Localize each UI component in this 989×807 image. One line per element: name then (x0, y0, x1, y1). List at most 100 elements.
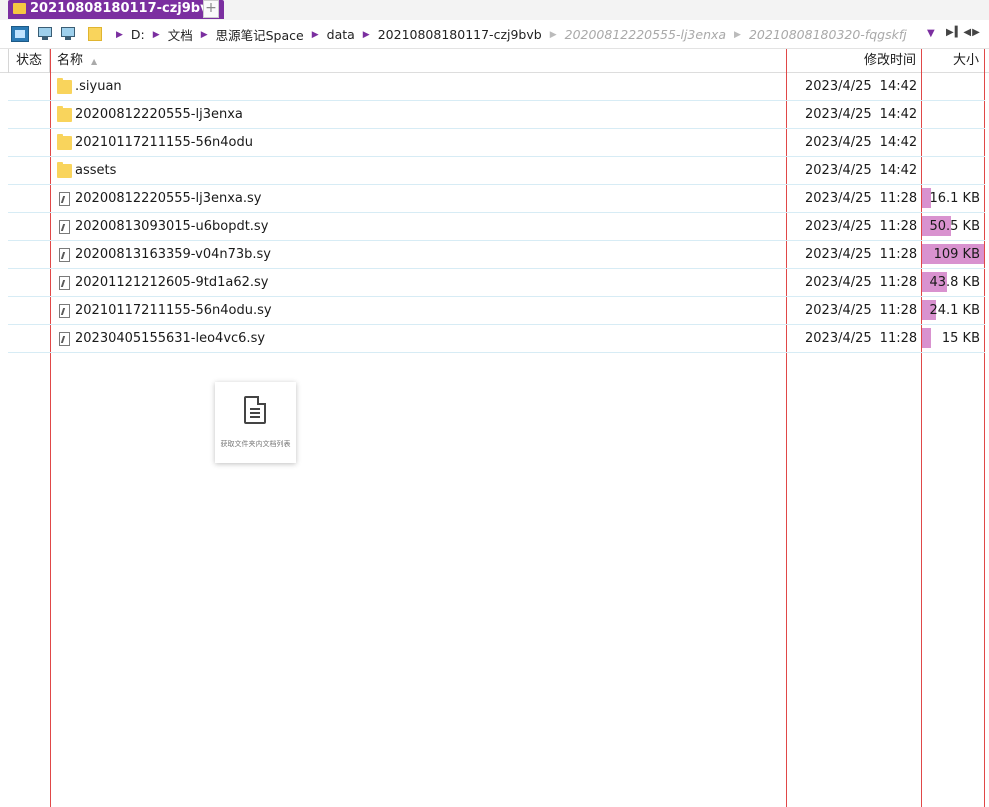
folder-icon (57, 161, 72, 178)
breadcrumb-item[interactable]: 文档 (168, 25, 193, 44)
list-item[interactable]: 20210117211155-56n4odu 2023/4/25 14:42 (8, 129, 985, 157)
column-header: 状态 名称 ▲ 修改时间 大小 (0, 49, 989, 73)
modified-cell: 2023/4/25 11:28 (805, 325, 917, 352)
modified-cell: 2023/4/25 11:28 (805, 241, 917, 268)
list-item[interactable]: 20230405155631-leo4vc6.sy 2023/4/25 11:28 1… (8, 325, 985, 353)
chevron-right-icon[interactable]: ▶ (116, 30, 123, 40)
chevron-right-icon[interactable]: ▶ (312, 30, 319, 40)
list-item[interactable]: 20210117211155-56n4odu.sy 2023/4/25 11:28 2… (8, 297, 985, 325)
modified-cell: 2023/4/25 14:42 (805, 157, 917, 184)
breadcrumb-item[interactable]: D: (131, 27, 145, 42)
modified-time: 11:28 (879, 191, 918, 206)
computer-icon[interactable] (37, 26, 55, 42)
column-status[interactable]: 状态 (16, 49, 42, 72)
file-name-cell: 20200812220555-lj3enxa (57, 101, 243, 128)
file-name: 20200813163359-v04n73b.sy (75, 247, 272, 262)
modified-cell: 2023/4/25 11:28 (805, 269, 917, 296)
file-name-cell: .siyuan (57, 73, 122, 100)
modified-time: 14:42 (879, 163, 918, 178)
chevron-right-icon[interactable]: ▶ (363, 30, 370, 40)
list-item[interactable]: 20200812220555-lj3enxa.sy 2023/4/25 11:28 1… (8, 185, 985, 213)
file-name: 20200812220555-lj3enxa (75, 107, 243, 122)
tab-strip: 20210808180117-czj9bvb + (0, 0, 989, 20)
modified-date: 2023/4/25 (805, 107, 872, 122)
file-icon (59, 219, 70, 234)
loading-text: 获取文件夹内文档列表 (220, 440, 291, 448)
file-name-cell: 20200813163359-v04n73b.sy (57, 241, 271, 268)
folder-icon (57, 133, 72, 150)
size-cell: 24.1 KB (922, 297, 984, 324)
modified-time: 11:28 (879, 331, 918, 346)
grid-line (8, 49, 9, 73)
breadcrumb-item[interactable]: 思源笔记Space (216, 25, 304, 44)
chevron-right-icon[interactable]: ▶ (550, 30, 557, 40)
file-icon (59, 191, 70, 206)
breadcrumb: ▶ D: ▶ 文档 ▶ 思源笔记Space ▶ data ▶ 20210808180117-czj… (108, 21, 907, 48)
modified-cell: 2023/4/25 14:42 (805, 129, 917, 156)
breadcrumb-item[interactable]: data (327, 27, 355, 42)
column-size[interactable]: 大小 (953, 49, 979, 72)
column-modified[interactable]: 修改时间 (864, 49, 916, 72)
file-name: 20201121212605-9td1a62.sy (75, 275, 269, 290)
size-cell: 15 KB (922, 325, 984, 352)
file-name-cell: assets (57, 157, 116, 184)
file-name: 20210117211155-56n4odu.sy (75, 303, 272, 318)
modified-date: 2023/4/25 (805, 247, 872, 262)
dropdown-arrow-icon[interactable]: ▼ (927, 28, 935, 39)
modified-date: 2023/4/25 (805, 303, 872, 318)
file-name-cell: 20200812220555-lj3enxa.sy (57, 185, 261, 212)
tab-active[interactable]: 20210808180117-czj9bvb (8, 0, 224, 19)
modified-date: 2023/4/25 (805, 163, 872, 178)
size-cell (922, 73, 984, 100)
size-cell: 43.8 KB (922, 269, 984, 296)
file-name-cell: 20230405155631-leo4vc6.sy (57, 325, 265, 352)
sort-ascending-icon: ▲ (91, 57, 98, 66)
document-icon (244, 396, 266, 424)
breadcrumb-item[interactable]: 20200812220555-lj3enxa (565, 27, 726, 42)
list-item[interactable]: 20200812220555-lj3enxa 2023/4/25 14:42 (8, 101, 985, 129)
size-cell (922, 101, 984, 128)
modified-cell: 2023/4/25 11:28 (805, 185, 917, 212)
modified-time: 14:42 (879, 79, 918, 94)
list-item[interactable]: 20201121212605-9td1a62.sy 2023/4/25 11:28 4… (8, 269, 985, 297)
breadcrumb-item[interactable]: 20210808180117-czj9bvb (378, 27, 542, 42)
address-bar: ▶ D: ▶ 文档 ▶ 思源笔记Space ▶ data ▶ 20210808180117-czj… (0, 21, 989, 49)
modified-time: 11:28 (879, 303, 918, 318)
modified-time: 11:28 (879, 247, 918, 262)
file-name-cell: 20210117211155-56n4odu.sy (57, 297, 272, 324)
size-value: 24.1 KB (929, 303, 980, 318)
file-name: .siyuan (75, 79, 122, 94)
size-value: 109 KB (933, 247, 980, 262)
breadcrumb-item[interactable]: 20210808180320-fqgskfj (749, 27, 907, 42)
file-name: 20210117211155-56n4odu (75, 135, 253, 150)
nav-arrows-icon[interactable]: ▶▍◀▶ (946, 27, 981, 38)
file-icon (59, 275, 70, 290)
file-name: assets (75, 163, 117, 178)
file-name: 20200813093015-u6bopdt.sy (75, 219, 269, 234)
chevron-right-icon[interactable]: ▶ (153, 30, 160, 40)
file-list: .siyuan 2023/4/25 14:42 20200812220555-lj3e… (8, 73, 985, 353)
list-item[interactable]: 20200813093015-u6bopdt.sy 2023/4/25 11:28 5… (8, 213, 985, 241)
file-name-cell: 20210117211155-56n4odu (57, 129, 253, 156)
file-name: 20200812220555-lj3enxa.sy (75, 191, 262, 206)
modified-cell: 2023/4/25 14:42 (805, 73, 917, 100)
folder-icon (57, 77, 72, 94)
modified-cell: 2023/4/25 11:28 (805, 297, 917, 324)
chevron-right-icon[interactable]: ▶ (201, 30, 208, 40)
list-item[interactable]: assets 2023/4/25 14:42 (8, 157, 985, 185)
modified-time: 11:28 (879, 219, 918, 234)
network-icon[interactable] (60, 26, 78, 42)
modified-date: 2023/4/25 (805, 135, 872, 150)
modified-date: 2023/4/25 (805, 275, 872, 290)
column-name[interactable]: 名称 ▲ (57, 49, 97, 72)
size-cell: 16.1 KB (922, 185, 984, 212)
layout-icon[interactable] (11, 26, 29, 42)
list-item[interactable]: 20200813163359-v04n73b.sy 2023/4/25 11:28 1… (8, 241, 985, 269)
size-cell (922, 157, 984, 184)
size-value: 43.8 KB (929, 275, 980, 290)
list-item[interactable]: .siyuan 2023/4/25 14:42 (8, 73, 985, 101)
size-value: 50.5 KB (929, 219, 980, 234)
modified-time: 11:28 (879, 275, 918, 290)
new-tab-button[interactable]: + (203, 0, 219, 18)
chevron-right-icon[interactable]: ▶ (734, 30, 741, 40)
